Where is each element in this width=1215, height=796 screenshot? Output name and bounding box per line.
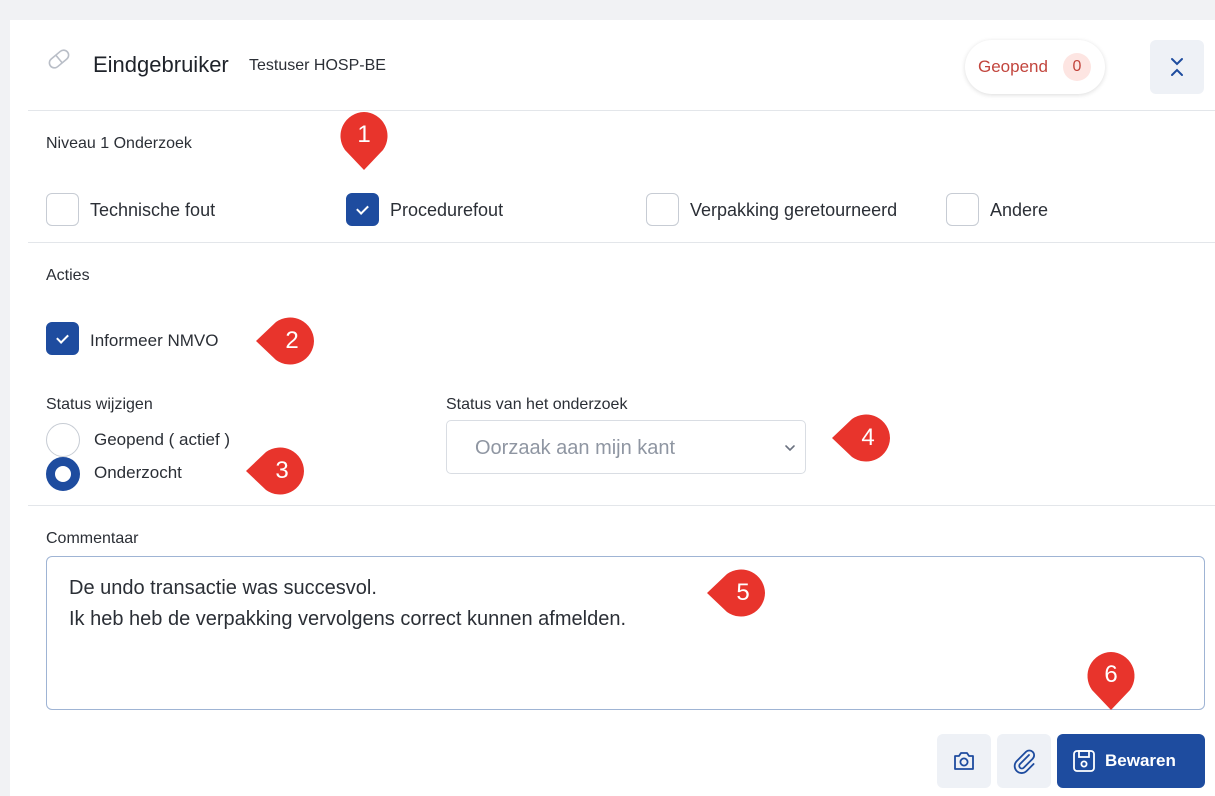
camera-button[interactable] (937, 734, 991, 788)
status-badge: Geopend 0 (965, 40, 1105, 94)
marker-3: 3 (246, 442, 308, 500)
marker-number: 2 (285, 327, 299, 354)
marker-number: 3 (275, 457, 289, 484)
comment-line: Ik heb heb de verpakking vervolgens corr… (69, 608, 627, 630)
checkbox-technische-fout[interactable] (46, 193, 79, 226)
paperclip-icon (1013, 749, 1035, 774)
checkbox-label-andere: Andere (990, 200, 1049, 220)
divider (28, 110, 1215, 111)
checkbox-andere[interactable] (946, 193, 979, 226)
acties-label: Acties (46, 267, 90, 284)
marker-number: 1 (357, 121, 371, 148)
marker-number: 6 (1104, 661, 1118, 688)
commentaar-label: Commentaar (46, 530, 139, 547)
onderzoek-status-select[interactable]: Oorzaak aan mijn kant (446, 420, 806, 474)
marker-number: 5 (736, 579, 750, 606)
radio-label-onderzocht: Onderzocht (94, 463, 182, 482)
checkbox-label-procedurefout: Procedurefout (390, 200, 504, 220)
pill-icon (48, 49, 70, 69)
marker-5: 5 (707, 564, 769, 622)
radio-geopend[interactable] (46, 423, 80, 457)
user-subtitle: Testuser HOSP-BE (249, 57, 386, 74)
checkbox-label-technische-fout: Technische fout (90, 200, 216, 220)
save-button[interactable]: Bewaren (1057, 734, 1205, 788)
collapse-icon (1171, 58, 1183, 76)
checkbox-verpakking-geretourneerd[interactable] (646, 193, 679, 226)
status-wijzigen-label: Status wijzigen (46, 396, 153, 413)
camera-icon (954, 752, 974, 770)
marker-1: 1 (335, 108, 393, 170)
status-count: 0 (1063, 53, 1091, 81)
divider (28, 505, 1215, 506)
page-title: Eindgebruiker (93, 52, 229, 77)
select-value: Oorzaak aan mijn kant (475, 437, 676, 459)
marker-2: 2 (256, 312, 318, 370)
radio-onderzocht[interactable] (46, 457, 80, 491)
collapse-button[interactable] (1150, 40, 1204, 94)
onderzoek-status-label: Status van het onderzoek (446, 396, 628, 413)
comment-textarea[interactable]: De undo transactie was succesvol. Ik heb… (46, 556, 1205, 710)
checkbox-procedurefout[interactable] (346, 193, 379, 226)
marker-6: 6 (1082, 648, 1140, 710)
checkbox-informeer-nmvo[interactable] (46, 322, 79, 355)
save-icon (1073, 750, 1095, 772)
save-button-label: Bewaren (1105, 751, 1176, 770)
marker-number: 4 (861, 424, 875, 451)
comment-line: De undo transactie was succesvol. (69, 577, 377, 599)
status-label: Geopend (978, 57, 1048, 76)
marker-4: 4 (832, 409, 894, 467)
radio-label-geopend: Geopend ( actief ) (94, 430, 231, 449)
checkbox-label-verpakking: Verpakking geretourneerd (690, 200, 898, 220)
chevron-down-icon (785, 445, 795, 452)
divider (28, 242, 1215, 243)
checkbox-label-informeer: Informeer NMVO (90, 331, 219, 350)
niveau-label: Niveau 1 Onderzoek (46, 135, 192, 152)
attach-button[interactable] (997, 734, 1051, 788)
